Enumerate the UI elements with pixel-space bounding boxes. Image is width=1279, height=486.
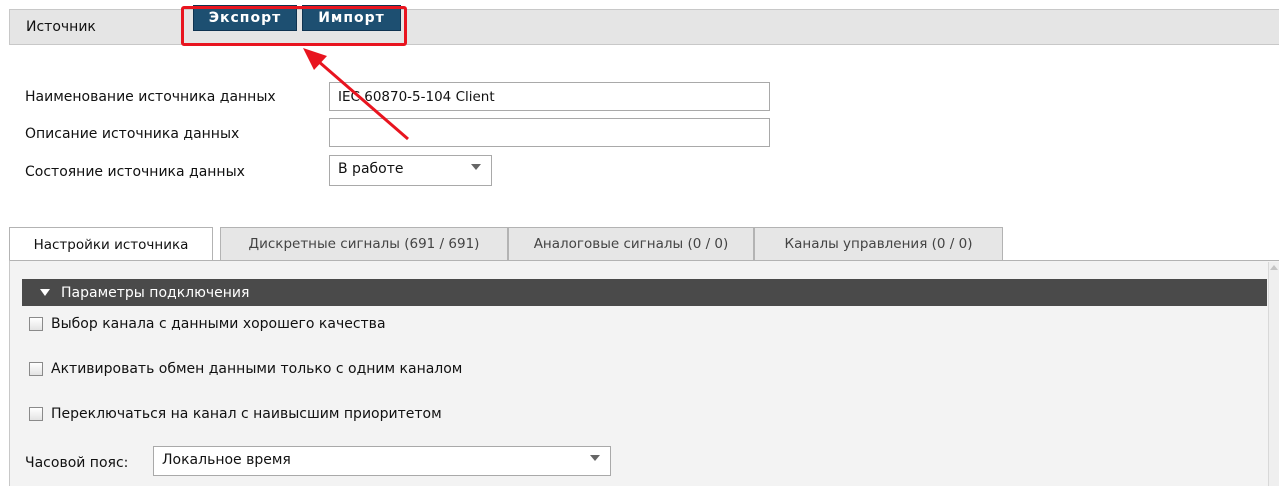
name-label: Наименование источника данных xyxy=(25,89,276,105)
timezone-select-value: Локальное время xyxy=(162,452,291,468)
checkbox-highest-priority-channel[interactable] xyxy=(29,407,43,421)
section-title: Параметры подключения xyxy=(61,284,250,301)
state-select-value: В работе xyxy=(338,161,404,177)
option-label: Активировать обмен данными только с одни… xyxy=(51,361,463,377)
option-label: Переключаться на канал с наивысшим приор… xyxy=(51,406,442,422)
tab-discrete-signals[interactable]: Дискретные сигналы (691 / 691) xyxy=(220,227,508,261)
chevron-down-icon xyxy=(590,455,600,461)
source-description-input[interactable] xyxy=(329,118,770,147)
scroll-up-icon[interactable] xyxy=(1270,265,1278,270)
option-highest-priority-channel: Переключаться на канал с наивысшим приор… xyxy=(29,406,442,422)
triangle-down-icon xyxy=(40,289,50,296)
connection-params-header[interactable]: Параметры подключения xyxy=(22,279,1267,306)
option-single-channel-exchange: Активировать обмен данными только с одни… xyxy=(29,361,462,377)
toolbar-title: Источник xyxy=(26,19,96,35)
chevron-down-icon xyxy=(471,164,481,170)
checkbox-good-quality-channel[interactable] xyxy=(29,317,43,331)
option-label: Выбор канала с данными хорошего качества xyxy=(51,316,386,332)
state-label: Состояние источника данных xyxy=(25,164,245,180)
state-select[interactable]: В работе xyxy=(329,155,492,186)
source-name-input[interactable] xyxy=(329,82,770,111)
checkbox-single-channel-exchange[interactable] xyxy=(29,362,43,376)
tab-analog-signals[interactable]: Аналоговые сигналы (0 / 0) xyxy=(508,227,754,261)
option-good-quality-channel: Выбор канала с данными хорошего качества xyxy=(29,316,386,332)
tab-control-channels[interactable]: Каналы управления (0 / 0) xyxy=(754,227,1003,261)
vertical-scrollbar[interactable] xyxy=(1268,262,1279,486)
tab-source-settings[interactable]: Настройки источника xyxy=(9,227,213,262)
export-button[interactable]: Экспорт xyxy=(193,5,297,31)
timezone-select[interactable]: Локальное время xyxy=(153,446,611,476)
description-label: Описание источника данных xyxy=(25,126,240,142)
import-button[interactable]: Импорт xyxy=(302,5,401,31)
timezone-label: Часовой пояс: xyxy=(25,455,129,471)
